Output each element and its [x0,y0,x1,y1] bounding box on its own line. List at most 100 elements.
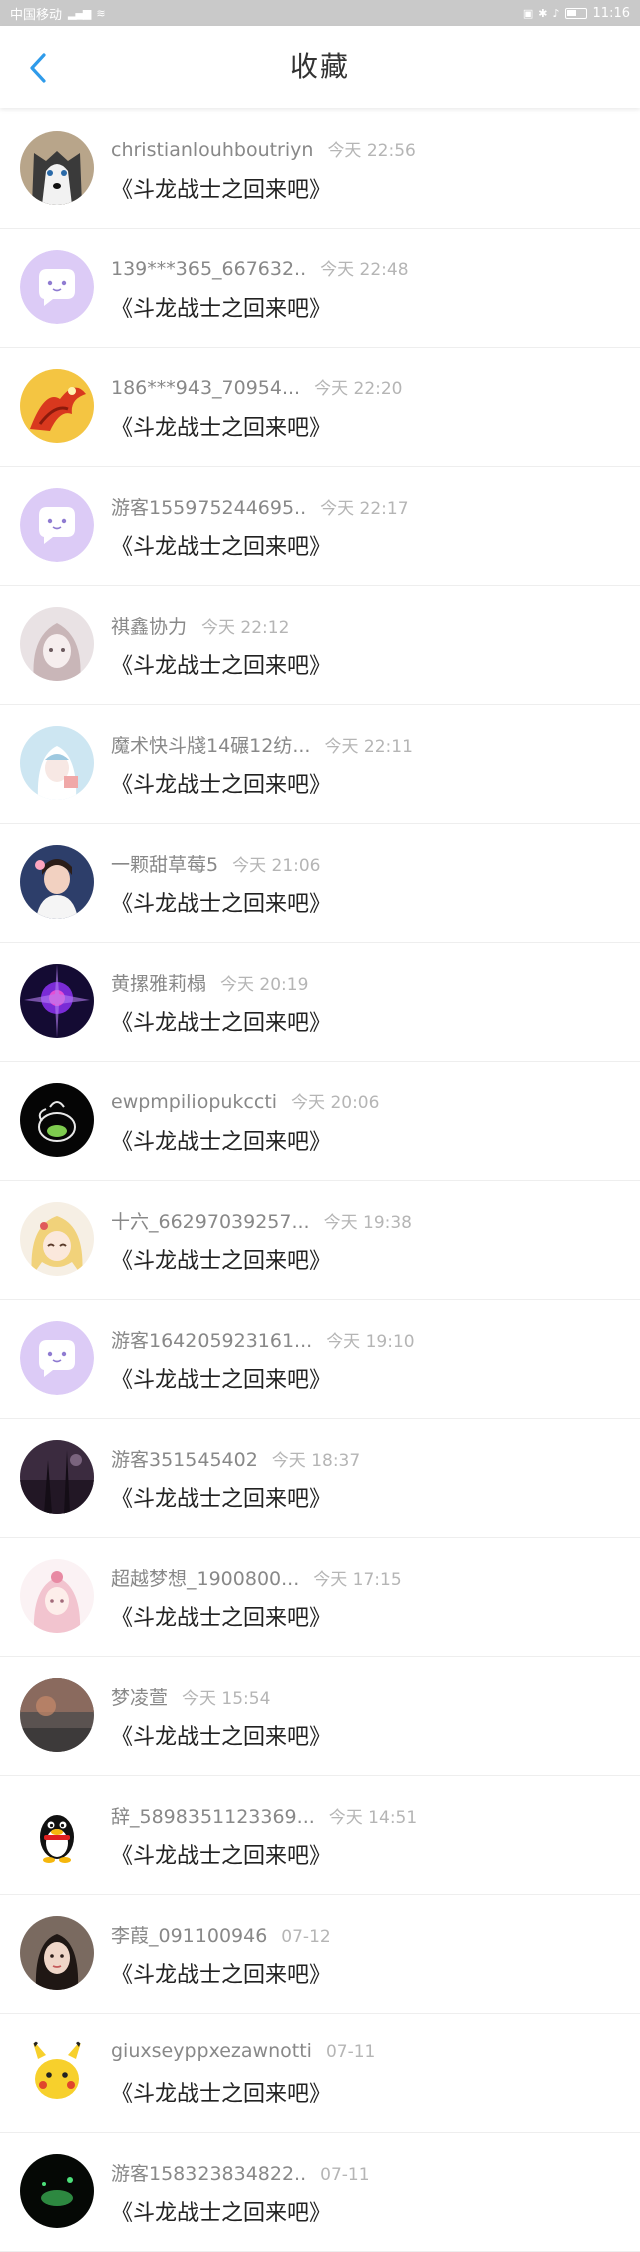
favorite-content: 《斗龙战士之回来吧》 [111,535,332,560]
favorite-item[interactable]: 黄摞雅莉榻 今天 20:19 《斗龙战士之回来吧》 [0,943,640,1062]
favorite-item[interactable]: 游客164205923161... 今天 19:10 《斗龙战士之回来吧》 [0,1300,640,1419]
favorite-content: 《斗龙战士之回来吧》 [111,2201,332,2226]
favorite-item[interactable]: ewpmpiliopukccti 今天 20:06 《斗龙战士之回来吧》 [0,1062,640,1181]
favorite-item[interactable]: 游客155975244695.. 今天 22:17 《斗龙战士之回来吧》 [0,467,640,586]
favorite-item[interactable]: 超越梦想_1900800... 今天 17:15 《斗龙战士之回来吧》 [0,1538,640,1657]
favorite-item[interactable]: 一颗甜草莓5 今天 21:06 《斗龙战士之回来吧》 [0,824,640,943]
favorite-content: 《斗龙战士之回来吧》 [111,1011,332,1036]
favorite-content: 《斗龙战士之回来吧》 [111,1487,332,1512]
timestamp-label: 今天 15:54 [182,1689,271,1709]
favorite-item[interactable]: 李葭_091100946 07-12 《斗龙战士之回来吧》 [0,1895,640,2014]
username-label: ewpmpiliopukccti [111,1091,278,1113]
item-meta: 游客155975244695.. 今天 22:17 [111,493,409,520]
favorite-content: 《斗龙战士之回来吧》 [111,892,332,917]
favorite-content: 《斗龙战士之回来吧》 [111,416,332,441]
avatar[interactable] [20,2035,94,2109]
item-meta: 十六_66297039257... 今天 19:38 [111,1207,412,1234]
avatar[interactable] [20,250,94,324]
username-label: 超越梦想_1900800... [111,1568,300,1590]
username-label: 梦凌萱 [111,1687,169,1709]
username-label: 186***943_70954... [111,377,301,399]
avatar[interactable] [20,369,94,443]
item-meta: 游客158323834822.. 07-11 [111,2159,370,2186]
username-label: 魔术快斗牋14碾12纺... [111,735,311,757]
username-label: 游客351545402 [111,1449,258,1471]
wifi-icon: ≋ [96,6,105,20]
favorite-content: 《斗龙战士之回来吧》 [111,1725,332,1750]
item-meta: christianlouhboutriyn 今天 22:56 [111,136,416,161]
status-left: 中国移动 ▂▄▆ ≋ [10,4,106,23]
nav-header: 收藏 [0,26,640,108]
avatar[interactable] [20,1321,94,1395]
favorite-item[interactable]: 游客351545402 今天 18:37 《斗龙战士之回来吧》 [0,1419,640,1538]
username-label: giuxseyppxezawnotti [111,2040,312,2062]
clock-label: 11:16 [592,5,630,21]
timestamp-label: 今天 20:06 [291,1093,380,1113]
favorite-content: 《斗龙战士之回来吧》 [111,1606,332,1631]
favorite-content: 《斗龙战士之回来吧》 [111,178,332,203]
username-label: 祺鑫协力 [111,616,188,638]
timestamp-label: 今天 17:15 [313,1570,402,1590]
username-label: 十六_66297039257... [111,1211,310,1233]
status-right: ▣ ✱ ♪ 11:16 [523,6,630,21]
favorite-item[interactable]: christianlouhboutriyn 今天 22:56 《斗龙战士之回来吧》 [0,110,640,229]
item-meta: 游客164205923161... 今天 19:10 [111,1326,415,1353]
timestamp-label: 今天 22:48 [320,260,409,280]
timestamp-label: 今天 22:12 [201,618,290,638]
favorite-item[interactable]: 梦凌萱 今天 15:54 《斗龙战士之回来吧》 [0,1657,640,1776]
item-meta: 黄摞雅莉榻 今天 20:19 [111,969,308,996]
bluetooth-icon: ✱ [538,6,547,20]
avatar[interactable] [20,1559,94,1633]
username-label: 一颗甜草莓5 [111,854,219,876]
avatar[interactable] [20,131,94,205]
favorite-item[interactable]: 十六_66297039257... 今天 19:38 《斗龙战士之回来吧》 [0,1181,640,1300]
avatar[interactable] [20,964,94,1038]
favorite-item[interactable]: giuxseyppxezawnotti 07-11 《斗龙战士之回来吧》 [0,2014,640,2133]
username-label: 139***365_667632.. [111,258,307,280]
avatar[interactable] [20,1678,94,1752]
avatar[interactable] [20,845,94,919]
page-title: 收藏 [289,50,350,83]
timestamp-label: 07-11 [325,2042,376,2062]
signal-icon: ▂▄▆ [68,6,91,20]
item-meta: 辞_5898351123369... 今天 14:51 [111,1802,417,1829]
timestamp-label: 今天 22:20 [314,379,403,399]
timestamp-label: 今天 19:38 [323,1213,412,1233]
avatar[interactable] [20,1440,94,1514]
avatar[interactable] [20,726,94,800]
username-label: 黄摞雅莉榻 [111,973,207,995]
favorite-item[interactable]: 魔术快斗牋14碾12纺... 今天 22:11 《斗龙战士之回来吧》 [0,705,640,824]
username-label: 游客155975244695.. [111,497,307,519]
item-meta: 梦凌萱 今天 15:54 [111,1683,270,1710]
avatar[interactable] [20,488,94,562]
timestamp-label: 今天 22:11 [324,737,413,757]
username-label: 游客158323834822.. [111,2163,307,2185]
favorite-item[interactable]: 游客158323834822.. 07-11 《斗龙战士之回来吧》 [0,2133,640,2252]
favorite-item[interactable]: 139***365_667632.. 今天 22:48 《斗龙战士之回来吧》 [0,229,640,348]
favorite-item[interactable]: 186***943_70954... 今天 22:20 《斗龙战士之回来吧》 [0,348,640,467]
item-meta: ewpmpiliopukccti 今天 20:06 [111,1088,379,1113]
timestamp-label: 今天 22:17 [320,499,409,519]
item-meta: 186***943_70954... 今天 22:20 [111,374,403,399]
favorites-list: christianlouhboutriyn 今天 22:56 《斗龙战士之回来吧》 1… [0,110,640,2252]
item-meta: giuxseyppxezawnotti 07-11 [111,2040,375,2062]
item-meta: 祺鑫协力 今天 22:12 [111,612,289,639]
favorite-content: 《斗龙战士之回来吧》 [111,1130,332,1155]
status-bar: 中国移动 ▂▄▆ ≋ ▣ ✱ ♪ 11:16 [0,0,640,26]
avatar[interactable] [20,607,94,681]
timestamp-label: 今天 20:19 [220,975,309,995]
avatar[interactable] [20,2154,94,2228]
favorite-item[interactable]: 辞_5898351123369... 今天 14:51 《斗龙战士之回来吧》 [0,1776,640,1895]
avatar[interactable] [20,1202,94,1276]
timestamp-label: 07-12 [281,1927,331,1947]
username-label: christianlouhboutriyn [111,139,314,161]
favorite-content: 《斗龙战士之回来吧》 [111,773,332,798]
back-button[interactable] [18,48,58,88]
favorite-content: 《斗龙战士之回来吧》 [111,1963,332,1988]
avatar[interactable] [20,1083,94,1157]
favorite-item[interactable]: 祺鑫协力 今天 22:12 《斗龙战士之回来吧》 [0,586,640,705]
avatar[interactable] [20,1797,94,1871]
timestamp-label: 今天 18:37 [271,1451,361,1471]
avatar[interactable] [20,1916,94,1990]
item-meta: 139***365_667632.. 今天 22:48 [111,255,409,280]
